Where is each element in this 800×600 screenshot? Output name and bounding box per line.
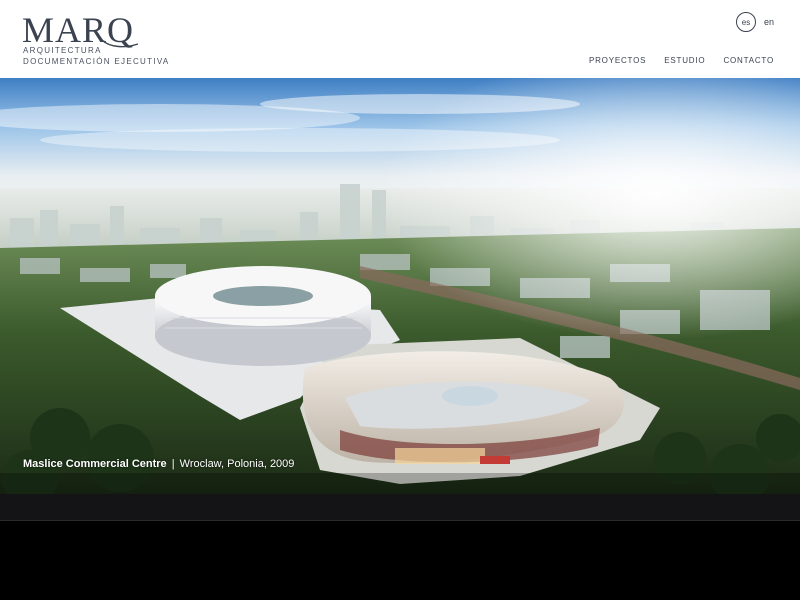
nav-item-estudio[interactable]: ESTUDIO — [664, 56, 705, 65]
project-location: Wroclaw, Polonia, 2009 — [179, 458, 295, 470]
brand-tagline-documentation: DOCUMENTACIÓN EJECUTIVA — [23, 57, 170, 66]
main-nav: PROYECTOS ESTUDIO CONTACTO — [589, 56, 774, 65]
caption-separator: | — [171, 458, 175, 470]
brand-tagline-architecture: ARQUITECTURA — [23, 46, 102, 55]
project-render-illustration — [0, 78, 800, 494]
hero-image: Maslice Commercial Centre | Wroclaw, Pol… — [0, 78, 800, 494]
logo-link[interactable]: MARQ ARQUITECTURA DOCUMENTACIÓN EJECUTIV… — [22, 10, 168, 70]
project-caption: Maslice Commercial Centre | Wroclaw, Pol… — [23, 458, 294, 470]
nav-item-contacto[interactable]: CONTACTO — [723, 56, 774, 65]
nav-item-proyectos[interactable]: PROYECTOS — [589, 56, 646, 65]
logo-swash-icon — [101, 39, 139, 48]
page-frame: MARQ ARQUITECTURA DOCUMENTACIÓN EJECUTIV… — [0, 0, 800, 600]
language-en-link[interactable]: en — [764, 17, 774, 27]
language-switcher: es en — [735, 12, 774, 32]
site-header: MARQ ARQUITECTURA DOCUMENTACIÓN EJECUTIV… — [0, 0, 800, 78]
project-title[interactable]: Maslice Commercial Centre — [23, 458, 167, 470]
footer-bar — [0, 494, 800, 521]
language-es-button[interactable]: es — [735, 12, 756, 32]
